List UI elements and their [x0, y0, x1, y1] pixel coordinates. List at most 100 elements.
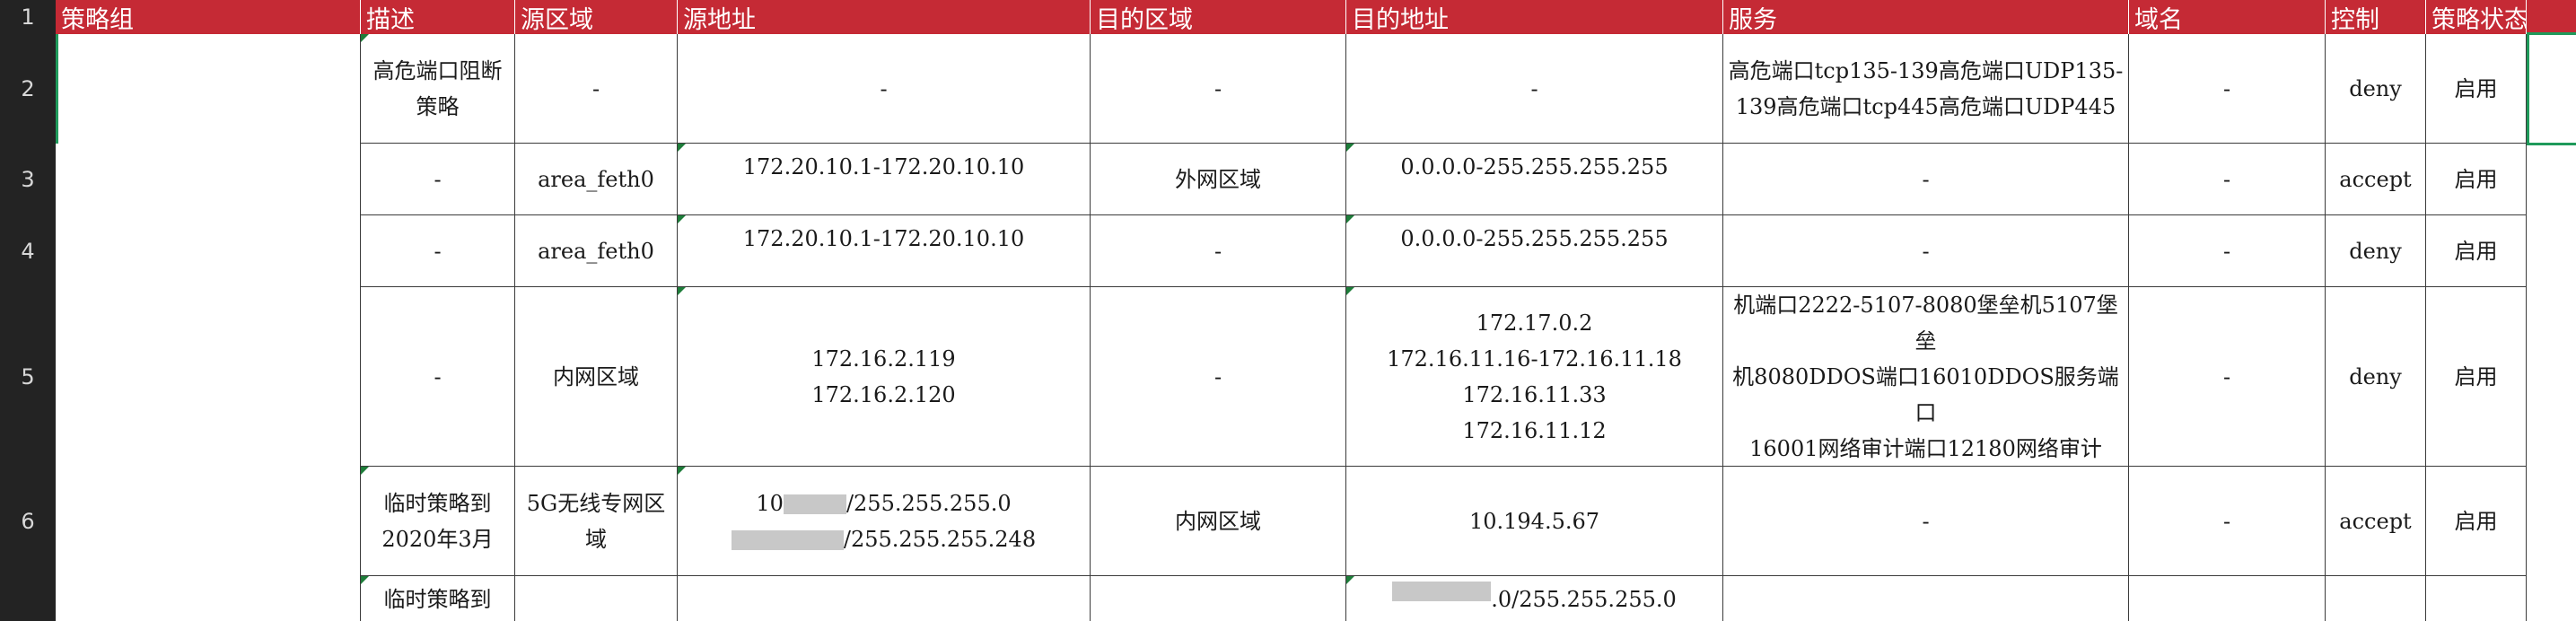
- header-service[interactable]: 服务: [1723, 0, 2129, 34]
- table-cell-status[interactable]: [2426, 576, 2527, 621]
- table-cell-service[interactable]: -: [1723, 144, 2129, 215]
- cell-text: /255.255.255.0: [846, 490, 1012, 516]
- table-cell-description[interactable]: 临时策略到 2020年3月: [361, 467, 515, 576]
- table-cell-description[interactable]: -: [361, 144, 515, 215]
- table-cell-domain[interactable]: -: [2129, 287, 2326, 467]
- table-cell-source-zone[interactable]: -: [515, 34, 678, 144]
- table-cell-destination-zone[interactable]: -: [1091, 287, 1346, 467]
- comment-marker: [361, 34, 369, 42]
- table-cell-destination-address[interactable]: 0.0.0.0-255.255.255.255: [1346, 215, 1723, 287]
- table-cell-domain[interactable]: -: [2129, 144, 2326, 215]
- table-cell-domain[interactable]: -: [2129, 215, 2326, 287]
- table-cell-destination-address[interactable]: x.0/255.255.255.0: [1346, 576, 1723, 621]
- cell-text: 10: [756, 490, 784, 516]
- table-cell-destination-address[interactable]: -: [1346, 34, 1723, 144]
- table-cell-source-zone[interactable]: [515, 576, 678, 621]
- row-number[interactable]: 3: [0, 144, 56, 215]
- comment-marker: [1346, 215, 1354, 223]
- table-cell-status[interactable]: 启用: [2426, 34, 2527, 144]
- table-cell-source-address[interactable]: -: [678, 34, 1091, 144]
- header-policy-status[interactable]: 策略状态: [2426, 0, 2527, 34]
- comment-marker: [361, 467, 369, 475]
- row-number[interactable]: 4: [0, 215, 56, 287]
- table-cell-source-address[interactable]: 172.20.10.1-172.20.10.10: [678, 215, 1091, 287]
- cell-text: 高危端口阻断 策略: [372, 57, 503, 119]
- policy-group-cell[interactable]: [56, 34, 361, 621]
- table-cell-control[interactable]: accept: [2326, 467, 2426, 576]
- header-source-address[interactable]: 源地址: [678, 0, 1091, 34]
- row-number[interactable]: 2: [0, 34, 56, 144]
- table-cell-status[interactable]: 启用: [2426, 287, 2527, 467]
- table-cell-source-address[interactable]: 10x/255.255.255.0 x/255.255.255.248: [678, 467, 1091, 576]
- table-cell-source-zone[interactable]: 5G无线专网区 域: [515, 467, 678, 576]
- redacted-block: x: [783, 494, 846, 514]
- table-cell-destination-address[interactable]: 172.17.0.2 172.16.11.16-172.16.11.18 172…: [1346, 287, 1723, 467]
- comment-marker: [1346, 576, 1354, 584]
- table-cell-source-zone[interactable]: area_feth0: [515, 215, 678, 287]
- table-cell-service[interactable]: SSH远程端口22般固服务端口9202堡垒 机端口2222-5107-8080堡…: [1723, 287, 2129, 467]
- table-cell-control[interactable]: deny: [2326, 34, 2426, 144]
- redacted-block: x: [1392, 582, 1492, 601]
- row-number[interactable]: 6: [0, 467, 56, 576]
- table-cell-destination-zone[interactable]: 外网区域: [1091, 144, 1346, 215]
- table-cell-control[interactable]: accept: [2326, 144, 2426, 215]
- table-cell-service[interactable]: [1723, 576, 2129, 621]
- address-line: x/255.255.255.248: [731, 521, 1037, 557]
- cell-text: 0.0.0.0-255.255.255.255: [1400, 226, 1669, 251]
- table-cell-status[interactable]: 启用: [2426, 467, 2527, 576]
- table-cell-destination-address[interactable]: 0.0.0.0-255.255.255.255: [1346, 144, 1723, 215]
- header-description[interactable]: 描述: [361, 0, 515, 34]
- comment-marker: [1346, 144, 1354, 152]
- cell-text: 172.17.0.2 172.16.11.16-172.16.11.18 172…: [1387, 310, 1682, 443]
- table-cell-control[interactable]: [2326, 576, 2426, 621]
- table-cell-source-address[interactable]: 172.16.2.119 172.16.2.120: [678, 287, 1091, 467]
- header-domain[interactable]: 域名: [2129, 0, 2326, 34]
- table-cell-status[interactable]: 启用: [2426, 215, 2527, 287]
- row-number[interactable]: 1: [0, 0, 56, 34]
- table-cell-domain[interactable]: [2129, 576, 2326, 621]
- comment-marker: [678, 287, 686, 295]
- table-cell-destination-address[interactable]: 10.194.5.67: [1346, 467, 1723, 576]
- header-extra[interactable]: [2527, 0, 2576, 34]
- selection-indicator: [56, 34, 58, 144]
- header-source-zone[interactable]: 源区域: [515, 0, 678, 34]
- cell-text: 172.16.2.119 172.16.2.120: [811, 345, 956, 407]
- table-cell-source-zone[interactable]: 内网区域: [515, 287, 678, 467]
- redacted-block: x: [731, 530, 844, 550]
- table-cell-service[interactable]: 高危端口tcp135-139高危端口UDP135- 139高危端口tcp445高…: [1723, 34, 2129, 144]
- comment-marker: [1346, 287, 1354, 295]
- table-cell-description[interactable]: 高危端口阻断 策略: [361, 34, 515, 144]
- table-cell-control[interactable]: deny: [2326, 287, 2426, 467]
- cell-text: 172.20.10.1-172.20.10.10: [742, 226, 1025, 251]
- comment-marker: [678, 215, 686, 223]
- comment-marker: [361, 576, 369, 584]
- table-cell-destination-zone[interactable]: -: [1091, 215, 1346, 287]
- header-control[interactable]: 控制: [2326, 0, 2426, 34]
- table-cell-source-address[interactable]: [678, 576, 1091, 621]
- table-cell-destination-zone[interactable]: [1091, 576, 1346, 621]
- header-destination-zone[interactable]: 目的区域: [1091, 0, 1346, 34]
- table-cell-source-address[interactable]: 172.20.10.1-172.20.10.10: [678, 144, 1091, 215]
- cell-text: 0.0.0.0-255.255.255.255: [1400, 154, 1669, 179]
- table-cell-service[interactable]: -: [1723, 215, 2129, 287]
- table-cell-description[interactable]: 临时策略到: [361, 576, 515, 621]
- table-cell-status[interactable]: 启用: [2426, 144, 2527, 215]
- table-cell-destination-zone[interactable]: 内网区域: [1091, 467, 1346, 576]
- table-cell-description[interactable]: -: [361, 215, 515, 287]
- table-cell-control[interactable]: deny: [2326, 215, 2426, 287]
- row-number-gutter: 1 2 3 4 5 6: [0, 0, 56, 621]
- cell-text: .0/255.255.255.0: [1491, 587, 1677, 612]
- table-cell-source-zone[interactable]: area_feth0: [515, 144, 678, 215]
- table-cell-domain[interactable]: -: [2129, 34, 2326, 144]
- header-policy-group[interactable]: 策略组: [56, 0, 361, 34]
- header-destination-address[interactable]: 目的地址: [1346, 0, 1723, 34]
- table-cell-service[interactable]: -: [1723, 467, 2129, 576]
- table-cell-domain[interactable]: -: [2129, 467, 2326, 576]
- table-cell-description[interactable]: -: [361, 287, 515, 467]
- comment-marker: [678, 144, 686, 152]
- table-cell-destination-zone[interactable]: -: [1091, 34, 1346, 144]
- selected-cell[interactable]: [2527, 32, 2576, 145]
- spreadsheet: 1 2 3 4 5 6 策略组 描述 源区域 源地址 目的区域 目的地址 服务 …: [0, 0, 2576, 621]
- row-number[interactable]: 5: [0, 287, 56, 467]
- cell-text: /255.255.255.248: [843, 526, 1037, 552]
